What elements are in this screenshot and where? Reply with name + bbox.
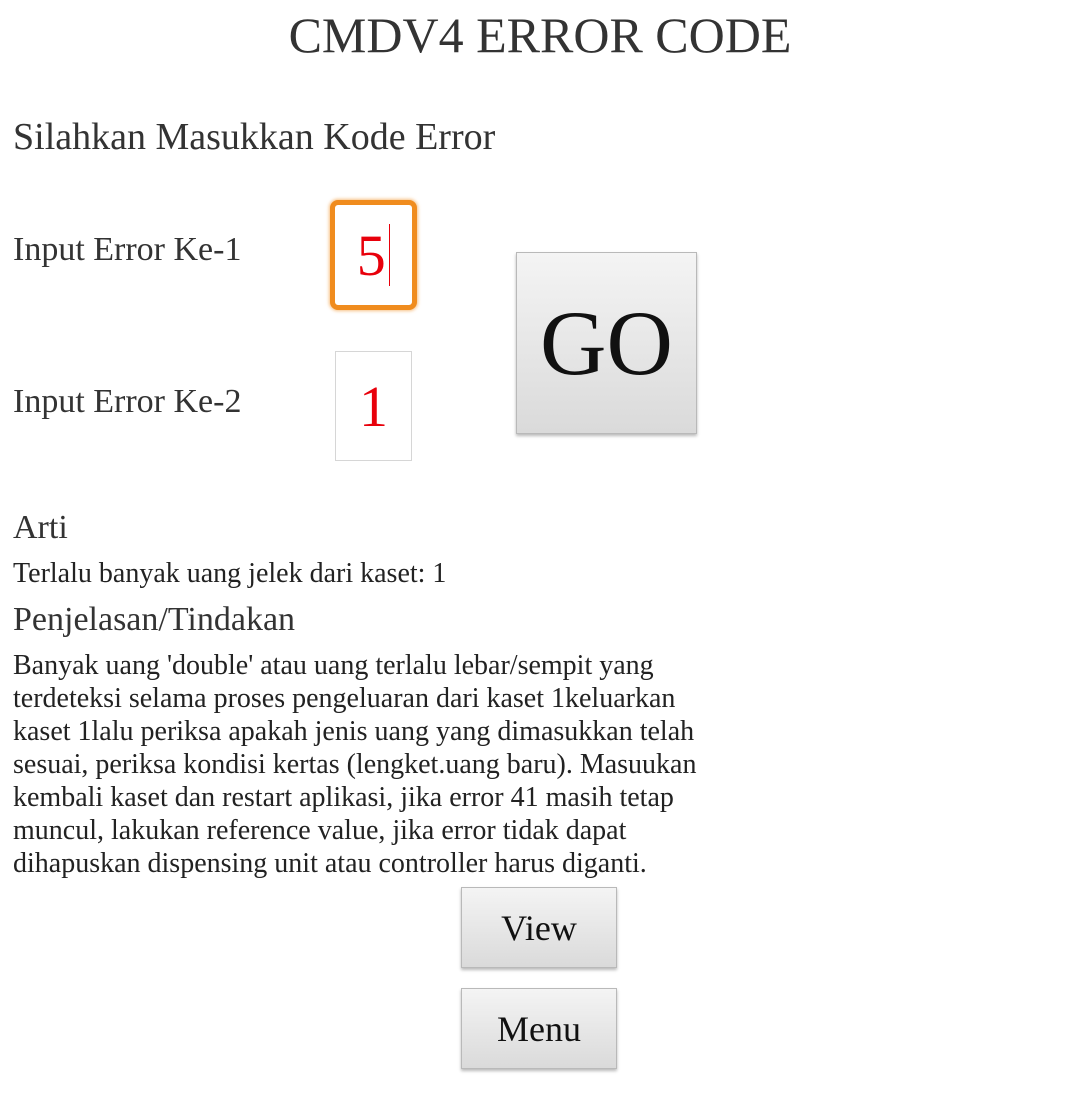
explanation-line: muncul, lakukan reference value, jika er… [13, 815, 627, 846]
input-error-1-label: Input Error Ke-1 [13, 231, 242, 268]
input-error-1-field[interactable]: 5 [330, 200, 417, 310]
go-button[interactable]: GO [516, 252, 697, 434]
input-error-2-field[interactable]: 1 [335, 351, 412, 461]
page-title: CMDV4 ERROR CODE [288, 7, 792, 63]
input-error-2-label: Input Error Ke-2 [13, 383, 242, 420]
explanation-line: Banyak uang 'double' atau uang terlalu l… [13, 650, 654, 681]
explanation-text: Banyak uang 'double' atau uang terlalu l… [13, 649, 758, 880]
input-error-1-value: 5 [356, 222, 386, 288]
explanation-line: kembali kaset dan restart aplikasi, jika… [13, 782, 674, 813]
explanation-line: terdeteksi selama proses pengeluaran dar… [13, 683, 676, 714]
meaning-text: Terlalu banyak uang jelek dari kaset: 1 [13, 558, 447, 589]
explanation-heading: Penjelasan/Tindakan [13, 601, 296, 638]
input-error-2-value: 1 [359, 373, 388, 439]
menu-button[interactable]: Menu [461, 988, 617, 1069]
meaning-heading: Arti [13, 509, 68, 546]
text-caret [388, 224, 391, 286]
form-subtitle: Silahkan Masukkan Kode Error [13, 116, 496, 158]
view-button[interactable]: View [461, 887, 617, 968]
explanation-line: dihapuskan dispensing unit atau controll… [13, 848, 647, 879]
explanation-line: kaset 1lalu periksa apakah jenis uang ya… [13, 716, 695, 747]
explanation-line: sesuai, periksa kondisi kertas (lengket.… [13, 749, 697, 780]
